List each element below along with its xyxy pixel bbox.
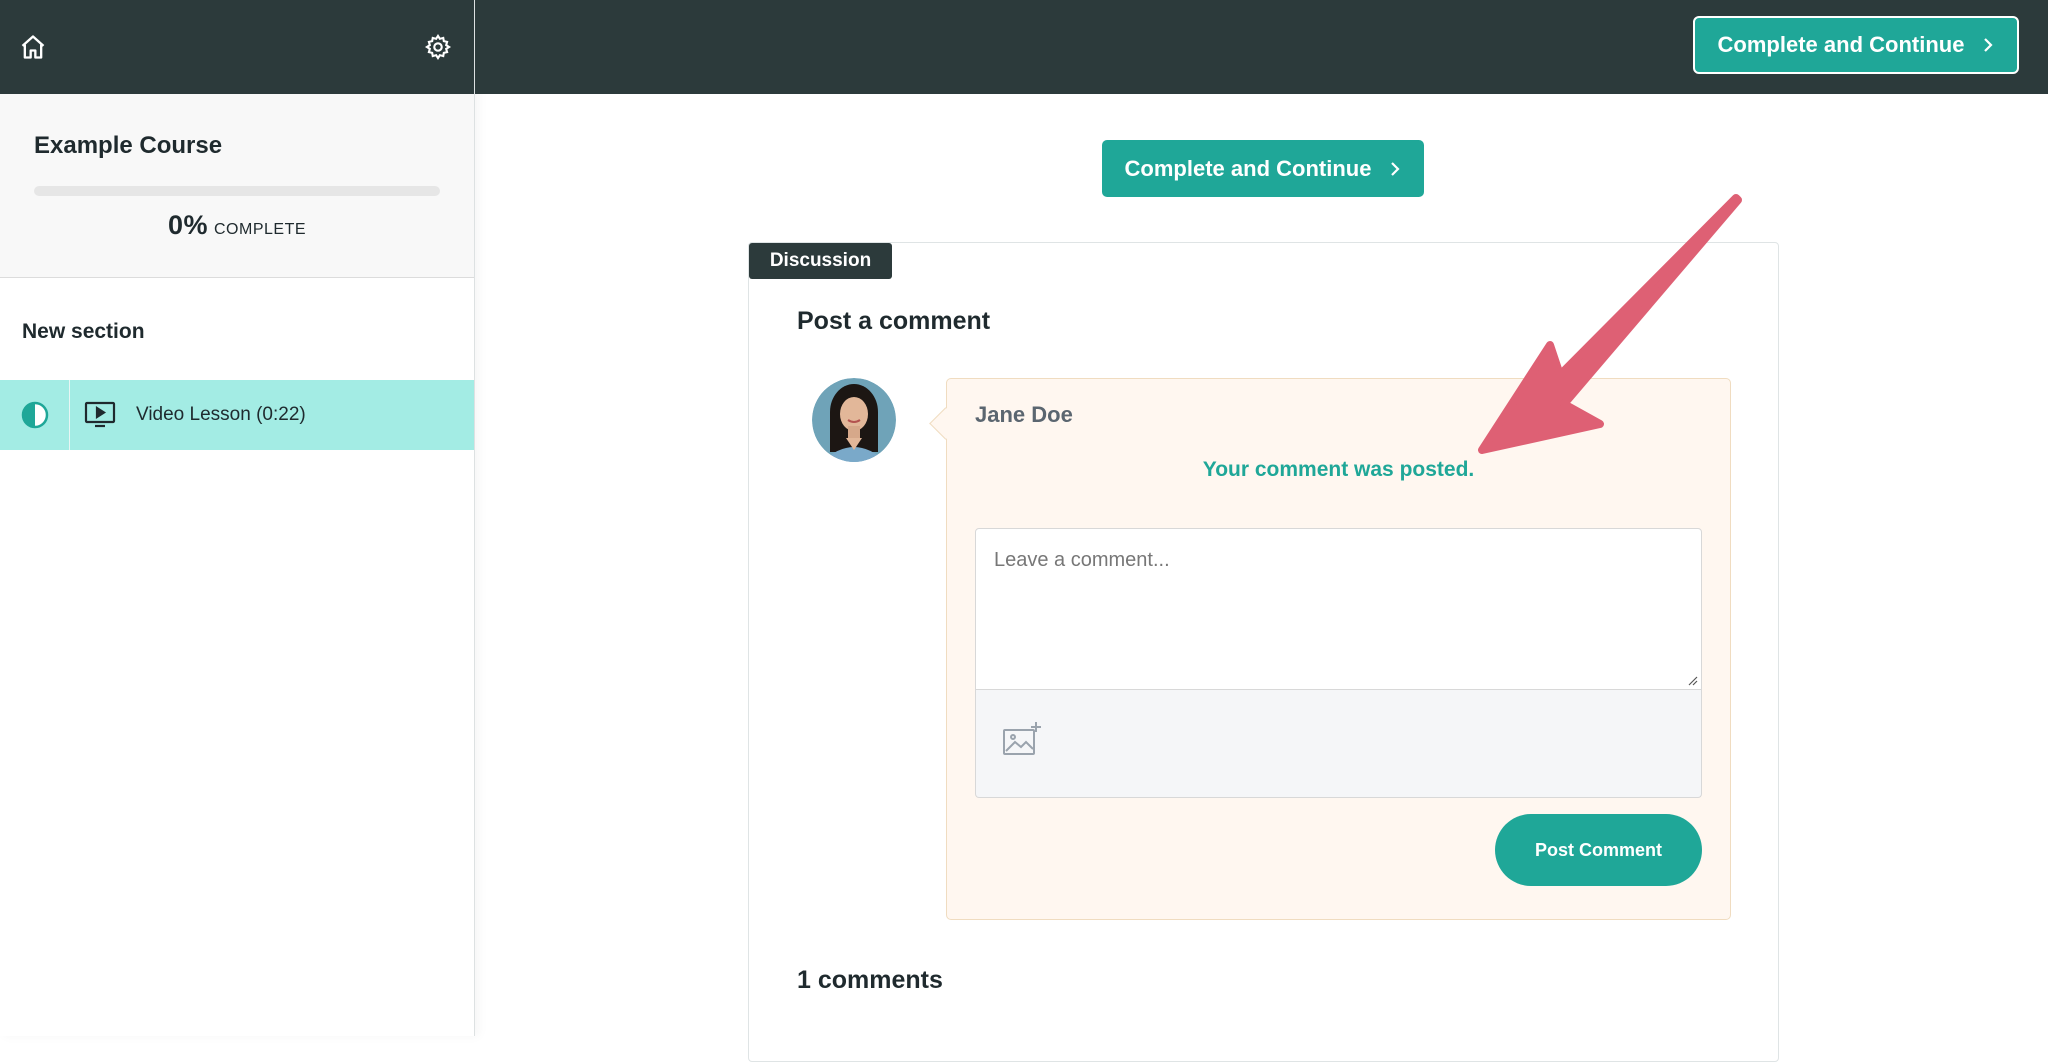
section-title: New section (22, 320, 145, 343)
progress-text: 0% COMPLETE (34, 210, 440, 241)
video-icon (84, 401, 116, 428)
lesson-type (84, 401, 132, 429)
comment-textarea[interactable] (975, 528, 1702, 690)
resize-grip-icon[interactable] (1686, 674, 1698, 686)
progress-suffix: COMPLETE (214, 221, 307, 238)
author-name: Jane Doe (975, 402, 1073, 427)
add-image-icon[interactable] (1000, 718, 1044, 762)
half-circle-icon (21, 401, 48, 429)
gear-icon (424, 33, 452, 61)
complete-and-continue-button[interactable]: Complete and Continue (1693, 16, 2019, 74)
cta-label: Complete and Continue (1717, 32, 1965, 57)
post-comment-heading: Post a comment (797, 307, 991, 335)
course-info: Example Course 0% COMPLETE (0, 94, 474, 278)
lesson-item-video[interactable]: Video Lesson (0:22) (0, 380, 474, 450)
chevron-right-icon (1389, 161, 1401, 177)
complete-and-continue-button-main[interactable]: Complete and Continue (1102, 140, 1424, 197)
post-comment-button[interactable]: Post Comment (1495, 814, 1702, 886)
home-icon (21, 35, 45, 59)
top-bar: Complete and Continue (475, 0, 2048, 94)
attachment-bar (975, 690, 1702, 798)
course-title: Example Course (34, 132, 223, 159)
settings-button[interactable] (419, 28, 457, 66)
chevron-right-icon (1982, 37, 1994, 53)
progress-percent: 0% (167, 210, 208, 240)
progress-bar (34, 186, 440, 196)
avatar (812, 378, 896, 462)
comments-count: 1 comments (797, 966, 943, 994)
course-sidebar: Example Course 0% COMPLETE New section Vi… (0, 0, 475, 1036)
comment-posted-message: Your comment was posted. (1202, 458, 1475, 481)
lesson-label: Video Lesson (0:22) (136, 404, 306, 425)
annotation-arrow-icon (1478, 194, 1742, 454)
home-button[interactable] (14, 28, 52, 66)
sidebar-header (0, 0, 474, 94)
discussion-tag: Discussion (749, 243, 892, 279)
lesson-status (0, 380, 70, 450)
cta-label: Complete and Continue (1124, 155, 1372, 181)
